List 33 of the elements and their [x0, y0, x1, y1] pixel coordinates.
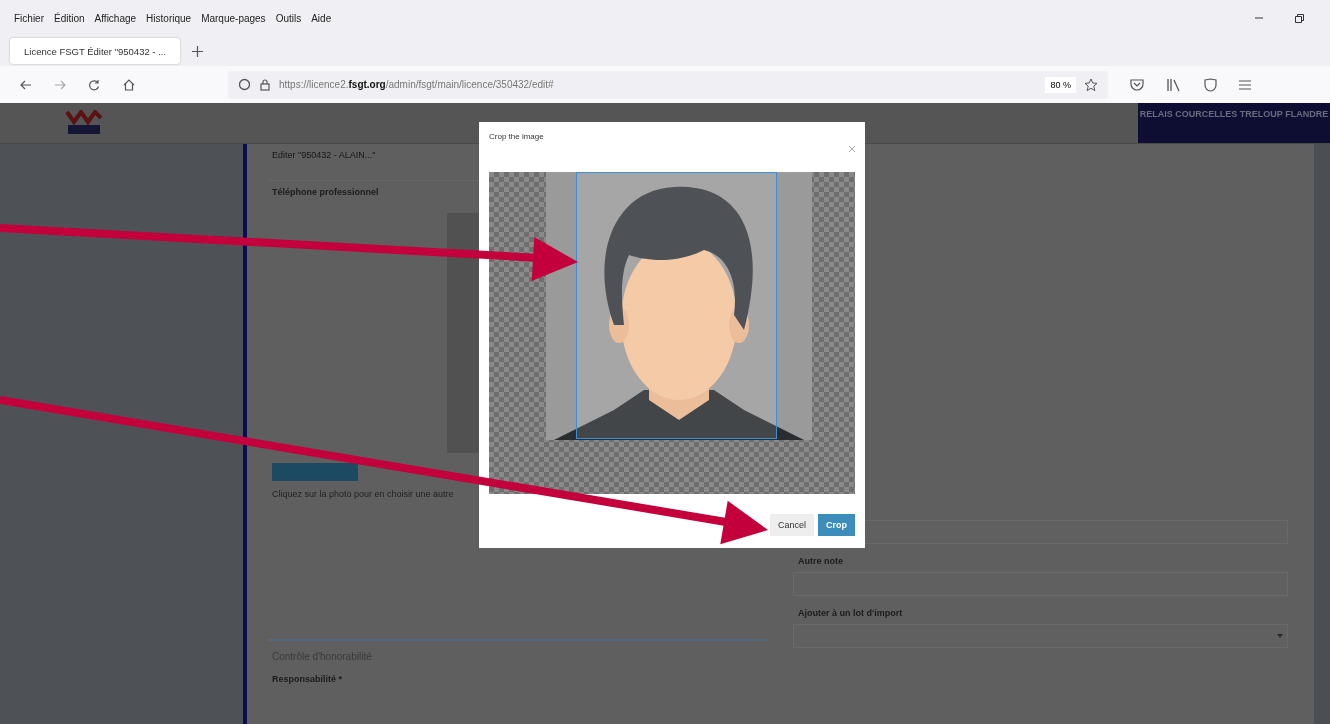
plus-icon[interactable] — [192, 45, 203, 57]
reload-icon[interactable] — [88, 78, 100, 91]
star-icon[interactable] — [1084, 77, 1098, 92]
crop-button[interactable]: Crop — [818, 514, 855, 536]
field-label: Autre note — [797, 555, 844, 568]
zoom-level[interactable]: 80 % — [1045, 76, 1076, 93]
back-icon[interactable] — [20, 79, 32, 90]
lock-icon — [259, 78, 271, 91]
address-bar[interactable]: https://licence2.fsgt.org/admin/fsgt/main/licence/350432/edit# 80 % — [228, 70, 1108, 99]
dialog-title: Crop the image — [489, 132, 544, 143]
url-text: https://licence2.fsgt.org/admin/fsgt/main/licence/350432/edit# — [279, 79, 554, 90]
select-field[interactable] — [793, 624, 1288, 648]
menu-item[interactable]: Historique — [146, 12, 192, 24]
caret-icon — [1277, 634, 1283, 638]
field-label: Téléphone professionnel — [271, 186, 380, 199]
menu-item[interactable]: Marque-pages — [201, 12, 266, 24]
menu-item[interactable]: Aide — [311, 12, 332, 24]
cancel-button[interactable]: Cancel — [770, 514, 814, 536]
crop-selection[interactable] — [576, 172, 777, 439]
field-label: Responsabilité * — [271, 673, 344, 686]
menu-item[interactable]: Fichier — [14, 12, 44, 24]
menu-item[interactable]: Outils — [275, 12, 302, 24]
home-icon[interactable] — [122, 77, 136, 92]
scrollbar[interactable] — [1314, 144, 1330, 724]
browser-tab[interactable]: Licence FSGT Éditer "950432 - ... — [10, 38, 180, 64]
field-label: Ajouter à un lot d'import — [797, 607, 904, 620]
menu-item[interactable]: Affichage — [94, 12, 137, 24]
restore-icon[interactable] — [1294, 13, 1304, 23]
club-name: RELAIS COURCELLES TRELOUP FLANDRE — [1139, 109, 1329, 121]
logo-icon — [64, 110, 104, 136]
library-icon[interactable] — [1166, 77, 1182, 92]
menu-item[interactable]: Édition — [54, 12, 85, 24]
pocket-icon[interactable] — [1130, 78, 1144, 91]
